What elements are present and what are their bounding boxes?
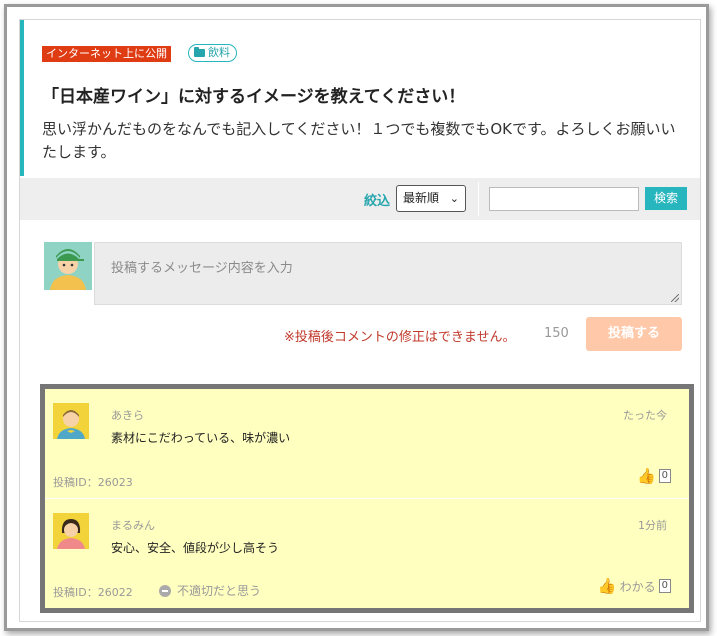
comment-list: あきら たった今 素材にこだわっている、味が濃い 投稿ID：26023 👍 0 bbox=[40, 384, 694, 613]
folder-icon bbox=[194, 47, 205, 57]
like-label: わかる bbox=[619, 579, 656, 594]
report-label: 不適切だと思う bbox=[177, 584, 262, 598]
avatar bbox=[53, 513, 89, 549]
like-button[interactable]: 👍 わかる 0 bbox=[598, 577, 671, 595]
comment-time: 1分前 bbox=[638, 519, 667, 532]
like-count: 0 bbox=[658, 579, 671, 593]
comment-time: たった今 bbox=[623, 409, 667, 422]
like-button[interactable]: 👍 0 bbox=[637, 467, 671, 485]
search-button[interactable]: 検索 bbox=[645, 187, 687, 210]
message-input-placeholder: 投稿するメッセージ内容を入力 bbox=[111, 261, 293, 276]
question-title: 「日本産ワイン」に対するイメージを教えてください！ bbox=[42, 87, 466, 107]
comment-author[interactable]: あきら bbox=[111, 407, 144, 423]
window-frame: インターネット上に公開 飲料 「日本産ワイン」に対するイメージを教えてください！… bbox=[4, 4, 709, 631]
comment-item: まるみん 1分前 安心、安全、値段が少し高そう 投稿ID：26022 不適切だと… bbox=[45, 499, 689, 609]
filter-label: 絞込 bbox=[364, 194, 391, 209]
filter-bar: 絞込 最新順 ⌄ 検索 bbox=[20, 178, 700, 220]
submit-button[interactable]: 投稿する bbox=[586, 317, 682, 351]
report-button[interactable]: 不適切だと思う bbox=[159, 582, 261, 599]
message-input[interactable]: 投稿するメッセージ内容を入力 bbox=[94, 242, 682, 305]
resize-handle[interactable] bbox=[671, 294, 679, 302]
thumbs-up-icon: 👍 bbox=[636, 467, 656, 485]
question-description: 思い浮かんだものをなんでも記入してください！１つでも複数でもOKです。よろしくお… bbox=[42, 120, 676, 161]
post-id: 投稿ID：26022 bbox=[53, 586, 133, 599]
post-id: 投稿ID：26023 bbox=[53, 476, 133, 489]
comment-author[interactable]: まるみん bbox=[111, 517, 155, 533]
category-label: 飲料 bbox=[208, 46, 230, 59]
thumbs-up-icon: 👍 bbox=[597, 577, 617, 595]
minus-circle-icon bbox=[159, 584, 171, 597]
chevron-down-icon: ⌄ bbox=[449, 192, 459, 205]
divider bbox=[478, 182, 479, 216]
question-header: インターネット上に公開 飲料 「日本産ワイン」に対するイメージを教えてください！… bbox=[20, 20, 700, 176]
char-counter: 150 bbox=[544, 326, 569, 341]
commenter-avatar-icon bbox=[53, 403, 89, 439]
comment-text: 安心、安全、値段が少し高そう bbox=[111, 541, 280, 555]
commenter-avatar-icon bbox=[53, 513, 89, 549]
user-avatar-icon bbox=[44, 242, 92, 290]
comment-item: あきら たった今 素材にこだわっている、味が濃い 投稿ID：26023 👍 0 bbox=[45, 389, 689, 499]
visibility-badge: インターネット上に公開 bbox=[42, 46, 171, 62]
question-card: インターネット上に公開 飲料 「日本産ワイン」に対するイメージを教えてください！… bbox=[19, 19, 701, 622]
comment-text: 素材にこだわっている、味が濃い bbox=[111, 431, 291, 445]
sort-selected-value: 最新順 bbox=[403, 191, 440, 205]
like-count: 0 bbox=[658, 469, 671, 483]
category-badge[interactable]: 飲料 bbox=[188, 44, 237, 62]
sort-select[interactable]: 最新順 ⌄ bbox=[396, 185, 466, 212]
search-input[interactable] bbox=[489, 187, 639, 211]
edit-warning: ※投稿後コメントの修正はできません。 bbox=[284, 330, 516, 345]
avatar bbox=[53, 403, 89, 439]
user-avatar bbox=[44, 242, 92, 290]
